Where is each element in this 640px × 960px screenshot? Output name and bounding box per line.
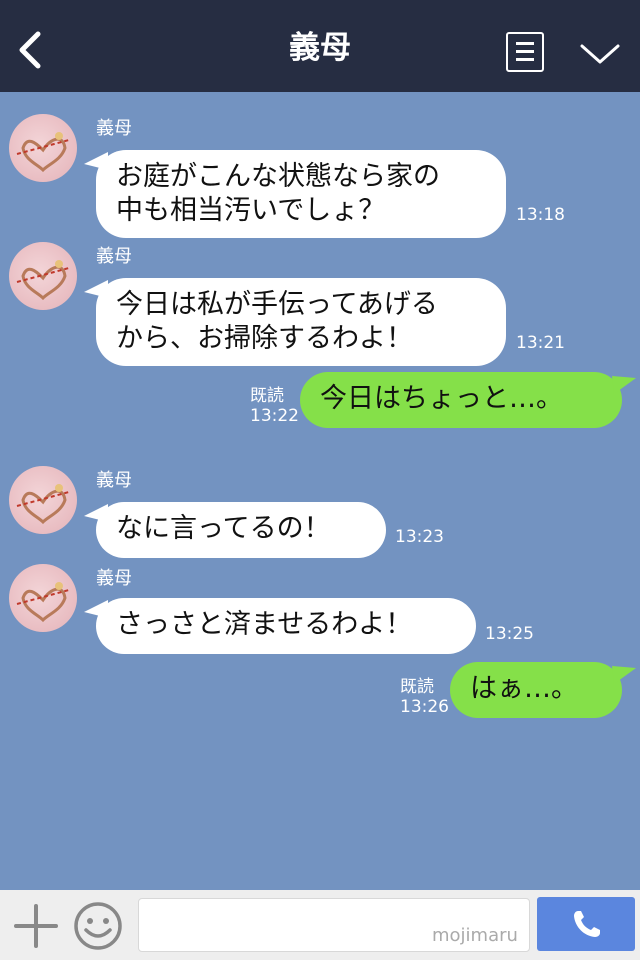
message-line: 中も相当汚いでしょ？	[116, 195, 386, 226]
plus-icon[interactable]	[14, 904, 58, 948]
message-line: 今日は私が手伝ってあげる	[116, 289, 438, 320]
chat-area[interactable]: 義母 お庭がこんな状態なら家の 中も相当汚いでしょ？ 13:18 義母 今日は私…	[0, 92, 640, 890]
avatar[interactable]	[9, 466, 77, 534]
watermark: mojimaru	[432, 925, 518, 946]
chevron-down-icon[interactable]	[578, 38, 622, 68]
bubble-tail	[612, 666, 636, 684]
phone-icon	[574, 911, 600, 937]
message-bubble[interactable]: 今日はちょっと…。	[300, 372, 622, 428]
sender-name: 義母	[96, 470, 132, 491]
timestamp: 13:26	[400, 697, 449, 717]
message-bubble[interactable]: はぁ…。	[450, 662, 622, 718]
avatar[interactable]	[9, 114, 77, 182]
sender-name: 義母	[96, 246, 132, 267]
avatar[interactable]	[9, 242, 77, 310]
sender-name: 義母	[96, 568, 132, 589]
avatar[interactable]	[9, 564, 77, 632]
sender-name: 義母	[96, 118, 132, 139]
call-button[interactable]	[537, 897, 635, 951]
header-bar: 義母	[0, 0, 640, 92]
message-bubble[interactable]: お庭がこんな状態なら家の 中も相当汚いでしょ？	[96, 150, 506, 238]
read-receipt: 既読	[250, 386, 284, 406]
bubble-tail	[612, 376, 636, 394]
message-bubble[interactable]: 今日は私が手伝ってあげる から、お掃除するわよ！	[96, 278, 506, 366]
timestamp: 13:21	[516, 333, 565, 353]
message-bubble[interactable]: さっさと済ませるわよ！	[96, 598, 476, 654]
timestamp: 13:23	[395, 527, 444, 547]
read-receipt: 既読	[400, 677, 434, 697]
timestamp: 13:18	[516, 205, 565, 225]
timestamp: 13:22	[250, 406, 299, 426]
message-line: お庭がこんな状態なら家の	[116, 161, 440, 192]
message-bubble[interactable]: なに言ってるの！	[96, 502, 386, 558]
message-line: から、お掃除するわよ！	[116, 323, 413, 354]
menu-icon[interactable]	[506, 32, 544, 72]
smile-icon[interactable]	[72, 900, 124, 952]
page-title: 義母	[289, 30, 351, 66]
timestamp: 13:25	[485, 624, 534, 644]
